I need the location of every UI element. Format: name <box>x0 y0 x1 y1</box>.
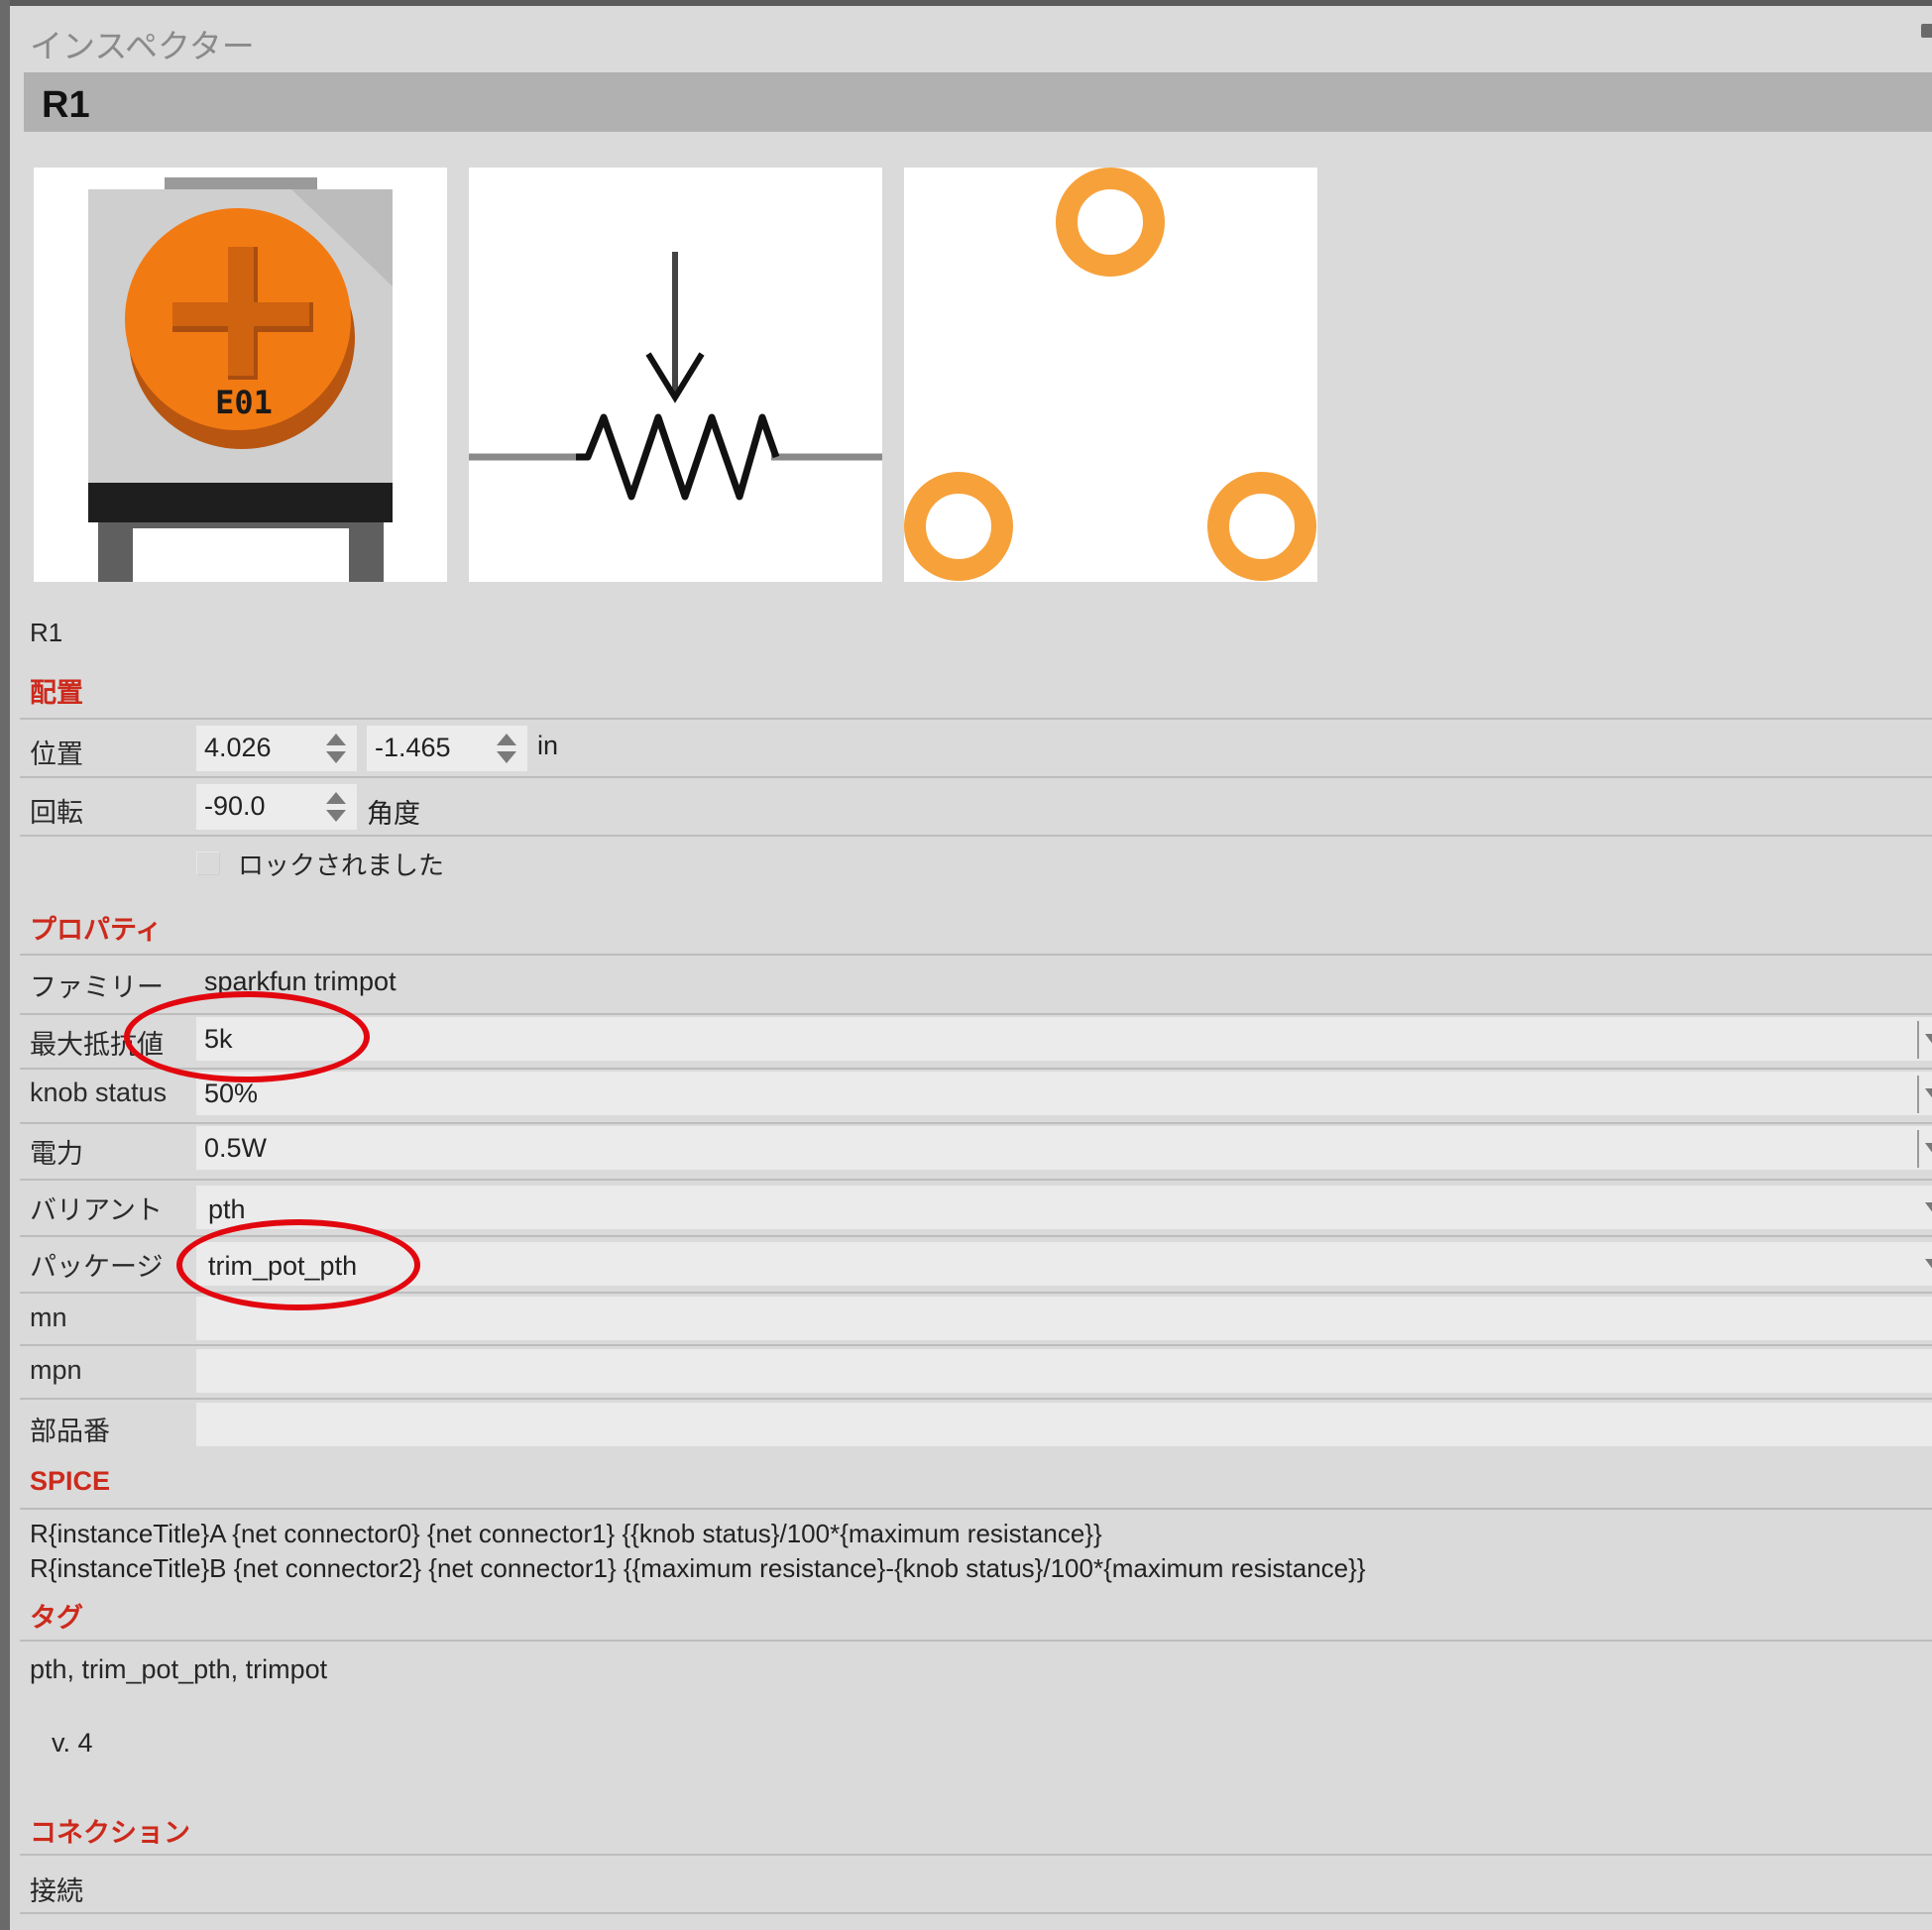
panel-title: インスペクター <box>30 28 255 64</box>
mpn-input[interactable] <box>196 1349 1932 1393</box>
position-x-spinbox[interactable]: 4.026 <box>196 726 357 771</box>
divider <box>20 1398 1932 1400</box>
breadboard-view-image: E01 <box>34 168 447 582</box>
lock-label: ロックされました <box>238 851 445 880</box>
divider <box>20 776 1932 778</box>
breadboard-label: E01 <box>215 384 273 421</box>
knob-status-value: 50% <box>204 1079 259 1108</box>
schematic-view-image <box>469 168 882 582</box>
section-connections: コネクション <box>30 1818 190 1848</box>
variant-value: pth <box>208 1194 246 1224</box>
package-combobox[interactable]: trim_pot_pth <box>196 1242 1932 1286</box>
divider <box>20 1912 1932 1914</box>
spin-arrows-icon[interactable] <box>496 732 517 765</box>
schematic-view-icon <box>469 168 882 582</box>
mn-label: mn <box>30 1303 67 1332</box>
spice-line: R{instanceTitle}B {net connector2} {net … <box>30 1553 1366 1583</box>
part-name: R1 <box>30 618 63 647</box>
rotation-spinbox[interactable]: -90.0 <box>196 784 357 830</box>
title-bar: R1 <box>24 72 1932 132</box>
spice-line: R{instanceTitle}A {net connector0} {net … <box>30 1519 1102 1548</box>
inspector-panel: インスペクター R1 E01 R1 配置 位置 4.026 -1.465 in … <box>10 6 1932 1930</box>
chevron-down-icon[interactable] <box>1925 1088 1932 1100</box>
breadboard-view-icon: E01 <box>34 168 447 582</box>
tags-value: pth, trim_pot_pth, trimpot <box>30 1654 328 1684</box>
position-label: 位置 <box>30 739 83 769</box>
version-label: v. 4 <box>52 1728 93 1758</box>
section-spice: SPICE <box>30 1466 111 1496</box>
family-label: ファミリー <box>30 972 164 1002</box>
annotation-highlight-package <box>176 1219 420 1310</box>
position-x-value: 4.026 <box>204 733 272 762</box>
divider <box>20 1640 1932 1642</box>
knob-status-combobox[interactable]: 50% <box>196 1072 1932 1115</box>
divider <box>20 1854 1932 1856</box>
variant-label: バリアント <box>30 1195 163 1225</box>
max-resistance-combobox[interactable]: 5k <box>196 1017 1932 1061</box>
section-placement: 配置 <box>30 678 83 708</box>
variant-combobox[interactable]: pth <box>196 1186 1932 1229</box>
divider <box>20 954 1932 956</box>
divider <box>20 1508 1932 1510</box>
divider <box>20 1122 1932 1124</box>
pcb-view-icon <box>904 168 1317 582</box>
power-value: 0.5W <box>204 1133 268 1163</box>
lock-checkbox[interactable] <box>196 851 220 875</box>
power-combobox[interactable]: 0.5W <box>196 1126 1932 1170</box>
connected-label: 接続 <box>30 1876 83 1906</box>
divider <box>20 718 1932 720</box>
dropdown-separator <box>1917 1076 1919 1113</box>
position-y-value: -1.465 <box>375 733 451 762</box>
chevron-down-icon[interactable] <box>1925 1202 1932 1214</box>
dropdown-separator <box>1917 1021 1919 1059</box>
section-tags: タグ <box>30 1603 83 1633</box>
mpn-label: mpn <box>30 1355 82 1385</box>
spin-arrows-icon[interactable] <box>325 732 347 765</box>
rotation-unit: 角度 <box>367 799 420 829</box>
rotation-label: 回転 <box>30 798 83 828</box>
divider <box>20 835 1932 837</box>
part-number-label: 部品番 <box>30 1417 110 1446</box>
divider <box>20 1344 1932 1346</box>
undock-icon[interactable] <box>1921 24 1932 38</box>
divider <box>20 1179 1932 1181</box>
knob-status-label: knob status <box>30 1078 168 1107</box>
pcb-view-image <box>904 168 1317 582</box>
position-unit: in <box>537 731 559 760</box>
position-y-spinbox[interactable]: -1.465 <box>367 726 527 771</box>
package-label: パッケージ <box>30 1252 164 1282</box>
mn-input[interactable] <box>196 1297 1932 1340</box>
annotation-highlight-max-resistance <box>124 991 370 1082</box>
chevron-down-icon[interactable] <box>1925 1259 1932 1271</box>
section-properties: プロパティ <box>30 915 163 945</box>
rotation-value: -90.0 <box>204 791 266 821</box>
chevron-down-icon[interactable] <box>1925 1143 1932 1155</box>
dropdown-separator <box>1917 1130 1919 1168</box>
power-label: 電力 <box>30 1139 83 1169</box>
part-title: R1 <box>42 84 90 126</box>
window-frame-left <box>0 0 10 1930</box>
part-number-input[interactable] <box>196 1403 1932 1446</box>
chevron-down-icon[interactable] <box>1925 1034 1932 1046</box>
spin-arrows-icon[interactable] <box>325 790 347 824</box>
